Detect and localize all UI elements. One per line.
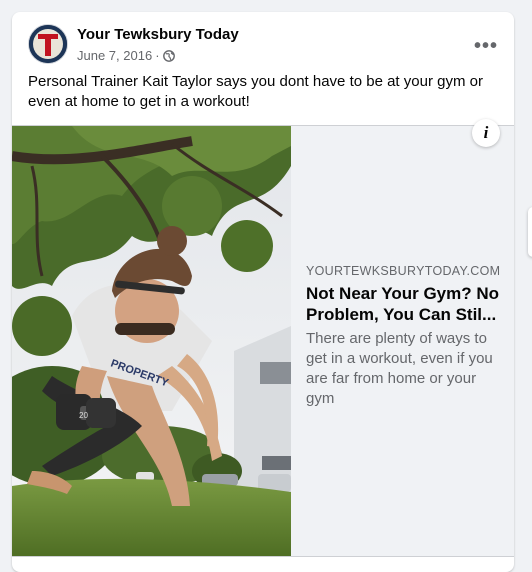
side-panel-edge[interactable] [528,207,532,257]
more-options-icon[interactable]: ••• [468,28,504,64]
link-thumbnail[interactable]: 20 PROPERTY [12,126,291,556]
post-meta: June 7, 2016 · [77,48,175,63]
link-preview[interactable]: 20 PROPERTY i YOURTEWKSBURYTODAY.COM Not… [12,119,514,557]
post-header: T Your Tewksbury Today June 7, 2016 · ••… [28,24,498,66]
link-title[interactable]: Not Near Your Gym? No Problem, You Can S… [306,283,502,325]
link-description: There are plenty of ways to get in a wor… [306,330,493,407]
post-card: T Your Tewksbury Today June 7, 2016 · ••… [12,12,514,572]
link-text-block[interactable]: YOURTEWKSBURYTODAY.COM Not Near Your Gym… [306,263,502,409]
post-text: Personal Trainer Kait Taylor says you do… [28,73,483,110]
link-domain: YOURTEWKSBURYTODAY.COM [306,264,501,278]
page-name[interactable]: Your Tewksbury Today [77,26,239,43]
post-date[interactable]: June 7, 2016 [77,48,152,63]
avatar[interactable]: T [28,24,68,64]
dumbbell-label: 20 [79,411,88,420]
info-icon[interactable]: i [472,119,500,147]
globe-icon[interactable] [162,49,175,62]
meta-separator: · [155,48,160,63]
